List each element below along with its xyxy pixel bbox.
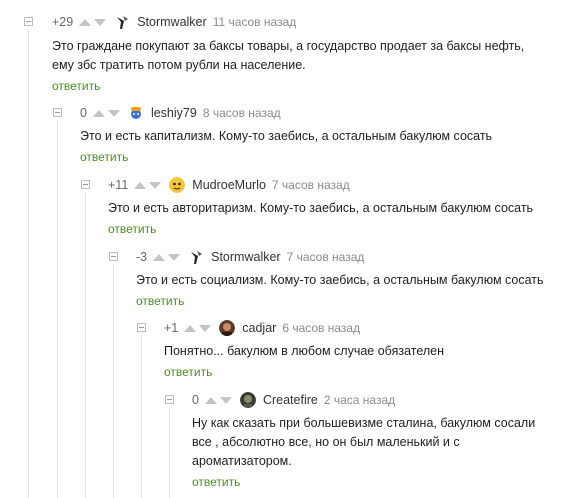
comment-time[interactable]: 7 часов назад <box>287 250 365 264</box>
upvote-icon[interactable] <box>79 18 92 26</box>
username[interactable]: Stormwalker <box>211 250 280 264</box>
comment-text: Это и есть социализм. Кому-то заебись, а… <box>136 271 544 290</box>
downvote-icon[interactable] <box>149 181 162 189</box>
comment-time[interactable]: 11 часов назад <box>213 15 297 29</box>
reply-link[interactable]: ответить <box>108 222 156 236</box>
avatar[interactable] <box>219 320 236 336</box>
reply-link[interactable]: ответить <box>52 79 100 93</box>
username[interactable]: Stormwalker <box>137 15 206 29</box>
upvote-icon[interactable] <box>134 181 147 189</box>
comment-rating: 0 <box>80 106 87 120</box>
username[interactable]: Createfire <box>263 393 318 407</box>
collapse-toggle[interactable] <box>81 180 90 189</box>
upvote-icon[interactable] <box>184 324 197 332</box>
collapse-toggle[interactable] <box>109 252 118 261</box>
comment-time[interactable]: 8 часов назад <box>203 106 281 120</box>
avatar[interactable] <box>188 249 205 265</box>
avatar[interactable] <box>114 14 131 30</box>
reply-link[interactable]: ответить <box>164 365 212 379</box>
comment-time[interactable]: 6 часов назад <box>282 321 360 335</box>
username[interactable]: leshiy79 <box>151 106 197 120</box>
reply-link[interactable]: ответить <box>136 294 184 308</box>
comment-text-line: Это граждане покупают за баксы товары, а… <box>52 39 525 53</box>
collapse-toggle[interactable] <box>24 17 33 26</box>
upvote-icon[interactable] <box>92 109 105 117</box>
thread-line <box>169 407 170 498</box>
comment-text-line: Понятно... бакулюм в любом случае обязат… <box>164 344 445 358</box>
downvote-icon[interactable] <box>94 18 107 26</box>
reply-link[interactable]: ответить <box>192 475 240 489</box>
comment-text: Это и есть авторитаризм. Кому-то заебись… <box>108 199 533 218</box>
comment-text: Это и есть капитализм. Кому-то заебись, … <box>80 127 492 146</box>
comment-rating: +1 <box>164 321 179 335</box>
comment-text: Понятно... бакулюм в любом случае обязат… <box>164 342 444 361</box>
reply-link[interactable]: ответить <box>80 150 128 164</box>
comment-text-line: Это и есть социализм. Кому-то заебись, а… <box>136 273 544 287</box>
comment-time[interactable]: 2 часа назад <box>324 393 395 407</box>
thread-line <box>57 120 58 498</box>
comment-text-line: Ну как сказать при большевизме сталина, … <box>192 416 536 430</box>
upvote-icon[interactable] <box>153 253 166 261</box>
collapse-toggle[interactable] <box>165 395 174 404</box>
thread-line <box>28 30 29 498</box>
collapse-toggle[interactable] <box>53 108 62 117</box>
collapse-toggle[interactable] <box>137 323 146 332</box>
avatar[interactable] <box>239 392 256 408</box>
comment-text: Это граждане покупают за баксы товары, а… <box>52 37 562 75</box>
comment-rating: +29 <box>52 15 74 29</box>
thread-line <box>113 264 114 498</box>
comment-text-line: ароматизатором. <box>192 454 292 468</box>
downvote-icon[interactable] <box>168 253 181 261</box>
downvote-icon[interactable] <box>199 324 212 332</box>
comment-rating: 0 <box>192 393 199 407</box>
comment-rating: -3 <box>136 250 148 264</box>
avatar[interactable] <box>169 177 186 193</box>
comment-text-line: Это и есть капитализм. Кому-то заебись, … <box>80 129 493 143</box>
comment-rating: +11 <box>108 178 129 192</box>
thread-line <box>141 335 142 498</box>
comment-text: Ну как сказать при большевизме сталина, … <box>192 414 552 471</box>
downvote-icon[interactable] <box>219 396 232 404</box>
comment-text-line: все , абсолютно все, но он был маленький… <box>192 435 460 449</box>
thread-line <box>85 192 86 498</box>
upvote-icon[interactable] <box>204 396 217 404</box>
downvote-icon[interactable] <box>107 109 120 117</box>
comment-text-line: ему збс тратить потом рубли на население… <box>52 58 306 72</box>
username[interactable]: cadjar <box>242 321 276 335</box>
comment-text-line: Это и есть авторитаризм. Кому-то заебись… <box>108 201 534 215</box>
avatar[interactable] <box>127 105 144 121</box>
comment-time[interactable]: 7 часов назад <box>272 178 350 192</box>
username[interactable]: MudroeMurlo <box>192 178 266 192</box>
